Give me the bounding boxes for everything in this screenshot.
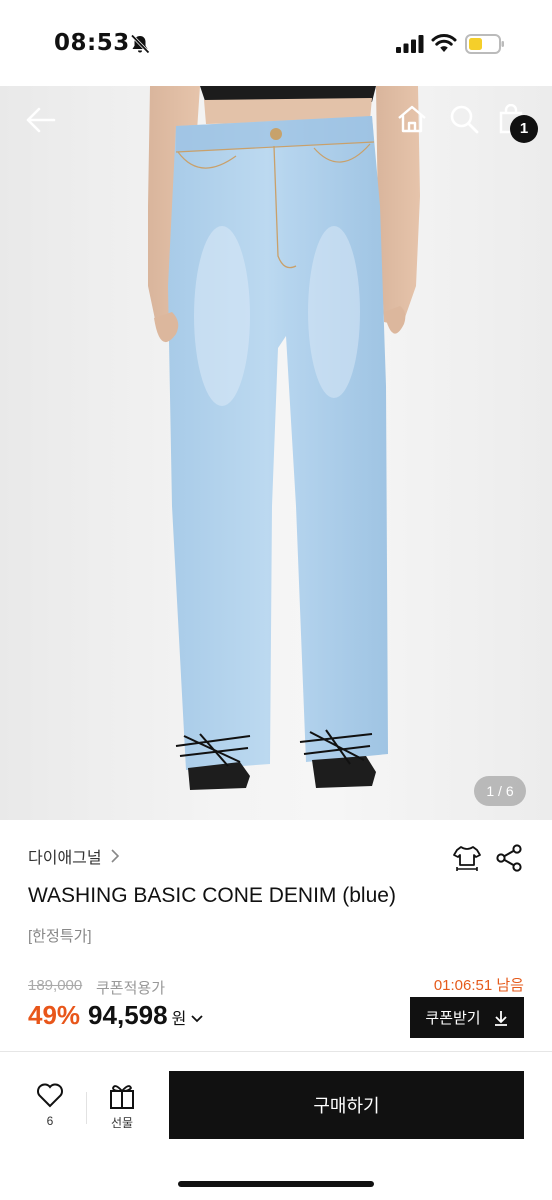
sale-price: 94,598 [88, 1000, 168, 1030]
section-divider [0, 1051, 552, 1052]
discount-rate: 49% [28, 1000, 81, 1030]
size-guide-icon[interactable] [452, 843, 482, 873]
chevron-right-icon [111, 849, 119, 863]
gift-label: 선물 [110, 1116, 134, 1130]
image-page-indicator: 1 / 6 [474, 776, 526, 806]
get-coupon-button[interactable]: 쿠폰받기 [410, 997, 524, 1038]
product-image-gallery[interactable]: 1 1 / 6 [0, 86, 552, 820]
product-title: WASHING BASIC CONE DENIM (blue) [28, 884, 396, 907]
original-price: 189,000 [28, 977, 83, 994]
heart-icon [37, 1083, 63, 1108]
gift-button[interactable]: 선물 [98, 1082, 146, 1132]
home-icon[interactable] [396, 104, 428, 134]
price-row[interactable]: 49% 94,598 원 [28, 1000, 204, 1036]
coupon-button-label: 쿠폰받기 [425, 1010, 481, 1027]
product-tag: [한정특가] [28, 928, 92, 945]
search-icon[interactable] [449, 104, 479, 134]
currency-unit: 원 [171, 1011, 187, 1028]
share-icon[interactable] [495, 843, 523, 873]
sale-countdown: 01:06:51 남음 [433, 977, 524, 994]
chevron-down-icon[interactable] [190, 1014, 204, 1024]
signal-icon [396, 35, 424, 53]
bar-separator [86, 1092, 87, 1124]
battery-icon [465, 34, 504, 54]
buy-button[interactable]: 구매하기 [169, 1071, 524, 1139]
back-arrow-icon[interactable] [24, 106, 58, 134]
status-bar: 08:53 [0, 0, 552, 86]
product-photo [148, 86, 420, 790]
download-icon [494, 1010, 507, 1026]
coupon-price-label: 쿠폰적용가 [96, 980, 166, 997]
gift-icon [110, 1085, 134, 1109]
like-button[interactable]: 6 [28, 1082, 72, 1132]
status-time: 08:53 [54, 30, 130, 56]
brand-name: 다이애그널 [28, 850, 102, 867]
bell-slash-icon [130, 34, 150, 54]
brand-link[interactable]: 다이애그널 [28, 844, 120, 868]
home-indicator[interactable] [178, 1181, 374, 1187]
wifi-icon [431, 34, 457, 52]
cart-count-badge: 1 [510, 115, 538, 143]
like-count: 6 [46, 1114, 54, 1128]
